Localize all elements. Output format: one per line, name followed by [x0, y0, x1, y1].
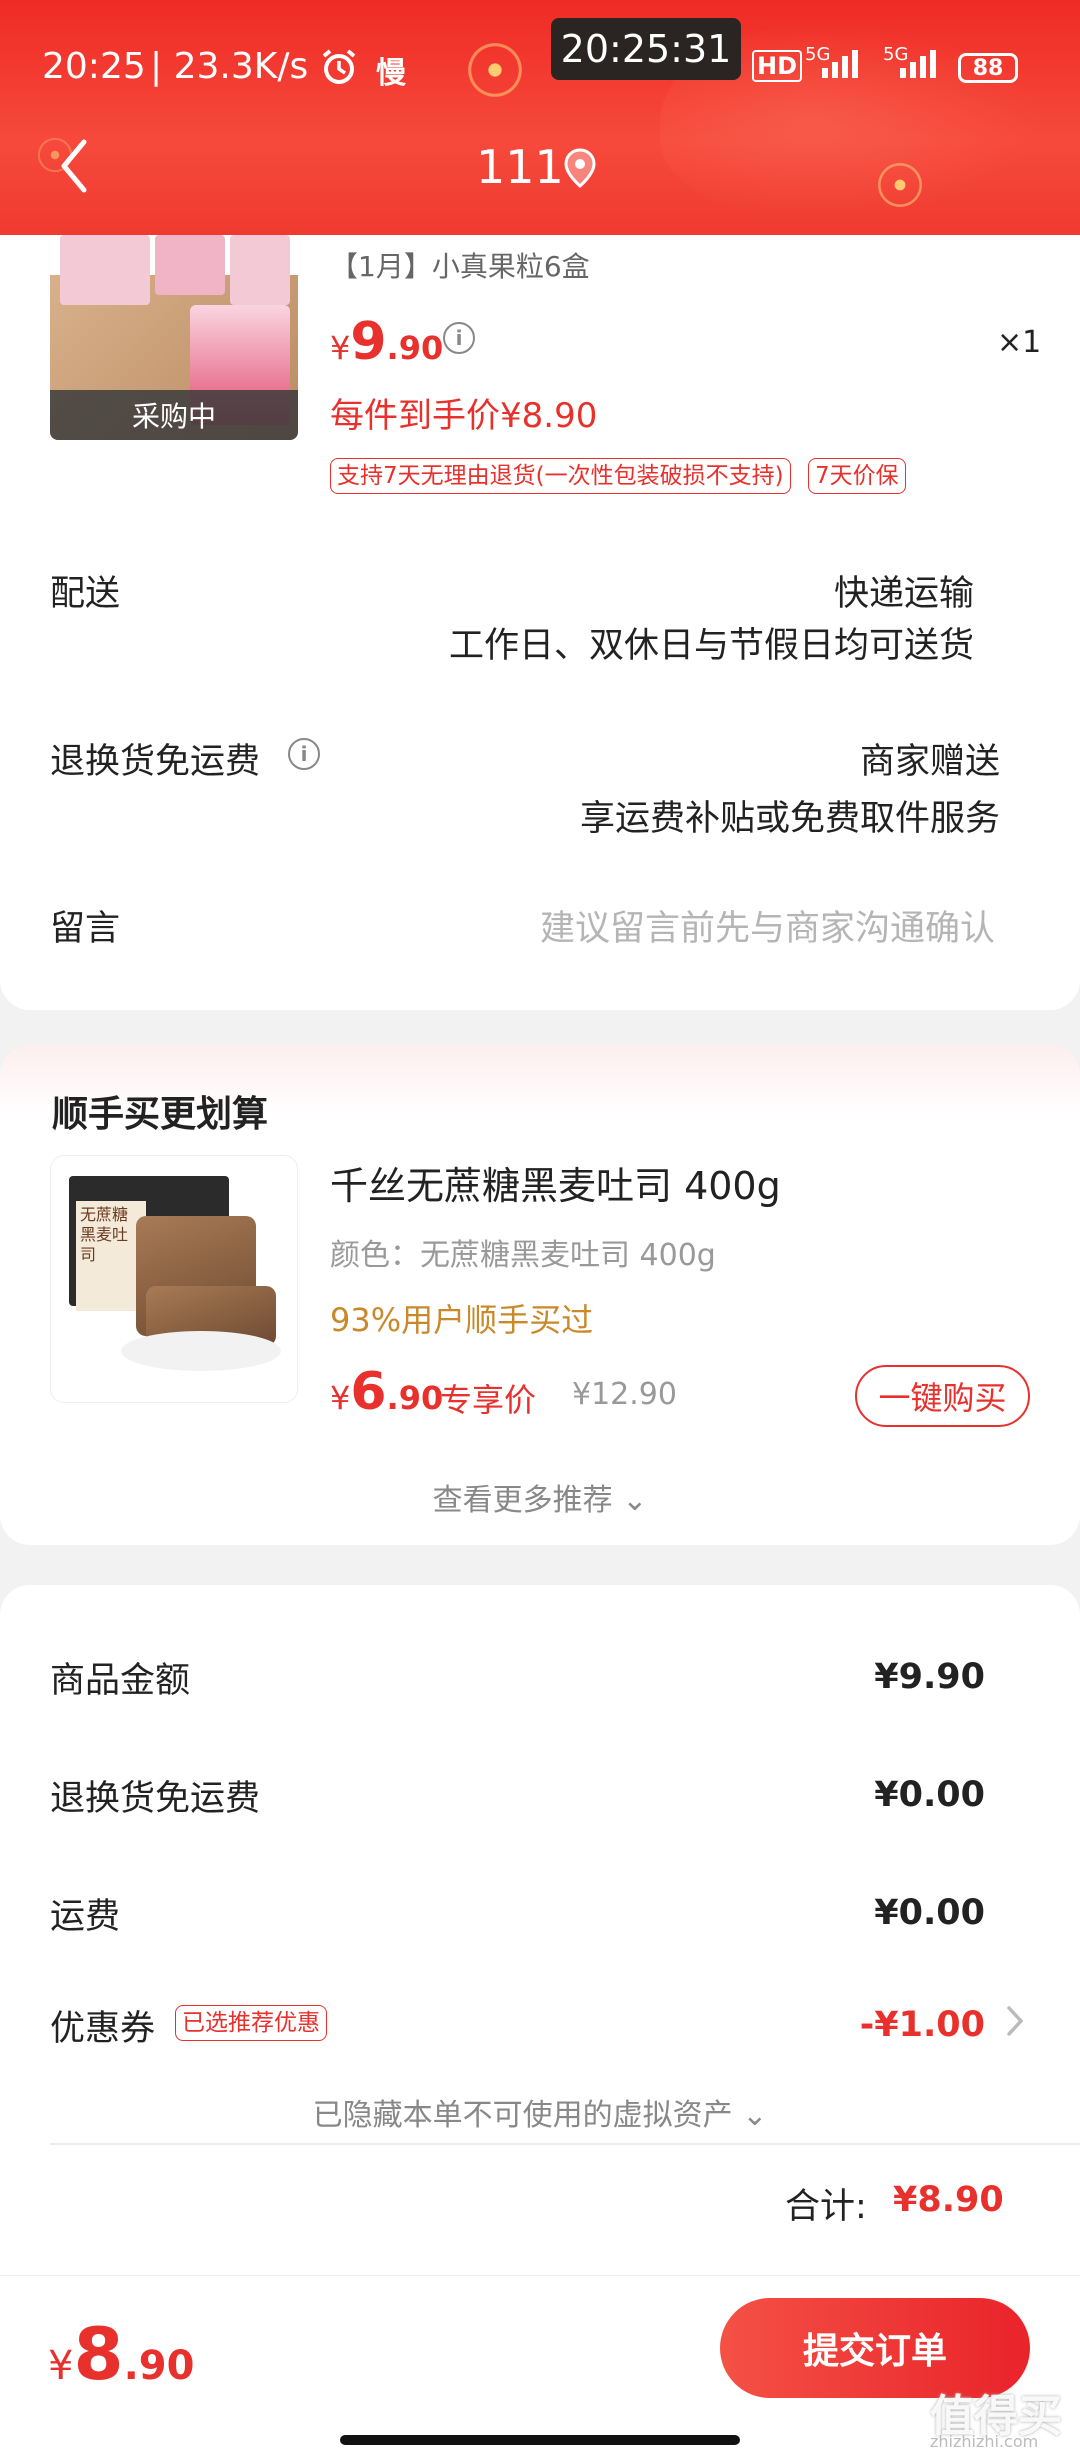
alarm-icon [320, 48, 358, 90]
chevron-right-icon[interactable] [1005, 2004, 1025, 2042]
status-net-speed: | 23.3K/s [150, 46, 309, 87]
addon-thumbnail[interactable]: 无蔗糖 黑麦吐司 [50, 1155, 298, 1403]
addon-section-title: 顺手买更划算 [52, 1094, 269, 1135]
addon-popularity: 93%用户顺手买过 [330, 1301, 594, 1339]
goods-amount-value: ¥9.90 [874, 1657, 985, 1697]
product-thumbnail[interactable]: 采购中 [50, 235, 298, 440]
return-shipping-value: 商家赠送 [859, 742, 1000, 782]
status-time: 20:25 [42, 46, 146, 87]
return-shipping-label: 退换货免运费 [50, 742, 261, 782]
signal-icon [822, 50, 858, 78]
shipping-fee-value: ¥0.00 [874, 1893, 985, 1933]
hd-icon: HD [752, 50, 803, 82]
total-value: ¥8.90 [893, 2180, 1004, 2220]
message-label: 留言 [50, 909, 121, 949]
location-icon[interactable] [563, 148, 597, 192]
return-shipping-detail: 享运费补贴或免费取件服务 [579, 799, 1000, 839]
price-info-icon[interactable]: i [443, 322, 475, 354]
back-arrow-icon[interactable] [58, 138, 88, 198]
coupon-tag: 已选推荐优惠 [175, 2005, 327, 2041]
addon-name[interactable]: 千丝无蔗糖黑麦吐司 400g [330, 1155, 781, 1210]
divider [50, 2143, 1080, 2145]
return-fee-value: ¥0.00 [874, 1775, 985, 1815]
battery-icon: 88 [958, 53, 1018, 83]
coupon-value[interactable]: -¥1.00 [860, 2005, 985, 2045]
delivery-label: 配送 [50, 574, 121, 614]
delivery-method[interactable]: 快递运输 [834, 565, 974, 616]
product-price: ¥9.90 [330, 312, 444, 372]
return-fee-label: 退换货免运费 [50, 1779, 261, 1819]
coupon-label: 优惠券 [50, 2009, 156, 2049]
quantity: ×1 [997, 325, 1042, 360]
price-protect-tag: 7天价保 [808, 458, 906, 494]
goods-amount-label: 商品金额 [50, 1661, 191, 1701]
purchase-status-badge: 采购中 [50, 390, 298, 440]
page-title: 111 [476, 140, 564, 194]
shipping-fee-label: 运费 [50, 1897, 121, 1937]
message-input[interactable]: 建议留言前先与商家沟通确认 [540, 900, 995, 951]
final-price: 每件到手价¥8.90 [330, 396, 598, 436]
addon-price-label: 专享价 [440, 1381, 537, 1419]
signal-icon [900, 50, 936, 78]
addon-variant: 颜色：无蔗糖黑麦吐司 400g [330, 1238, 716, 1273]
one-click-buy-button[interactable]: 一键购买 [855, 1365, 1030, 1427]
home-indicator[interactable] [340, 2435, 740, 2445]
clock-overlay: 20:25:31 [551, 18, 741, 80]
total-label: 合计: [785, 2187, 867, 2227]
more-recommendations-link[interactable]: 查看更多推荐 ⌄ [0, 1475, 1080, 1519]
return-policy-tag: 支持7天无理由退货(一次性包装破损不支持) [330, 458, 791, 494]
delivery-detail: 工作日、双休日与节假日均可送货 [448, 626, 974, 666]
addon-original-price: ¥12.90 [572, 1377, 677, 1412]
return-info-icon[interactable]: i [288, 738, 320, 770]
addon-price: ¥6.90 [330, 1362, 444, 1422]
firework-decoration [440, 15, 550, 125]
product-name: 【1月】小真果粒6盒 [330, 250, 590, 283]
bottom-total-price: ¥8.90 [48, 2312, 195, 2396]
header-bar: 20:25 | 23.3K/s 慢 20:25:31 HD 5G 5G 88 1… [0, 0, 1080, 235]
slow-indicator: 慢 [376, 56, 406, 91]
hidden-assets-toggle[interactable]: 已隐藏本单不可使用的虚拟资产 ⌄ [0, 2090, 1080, 2134]
watermark-url: zhizhizhi.com [930, 2432, 1039, 2451]
